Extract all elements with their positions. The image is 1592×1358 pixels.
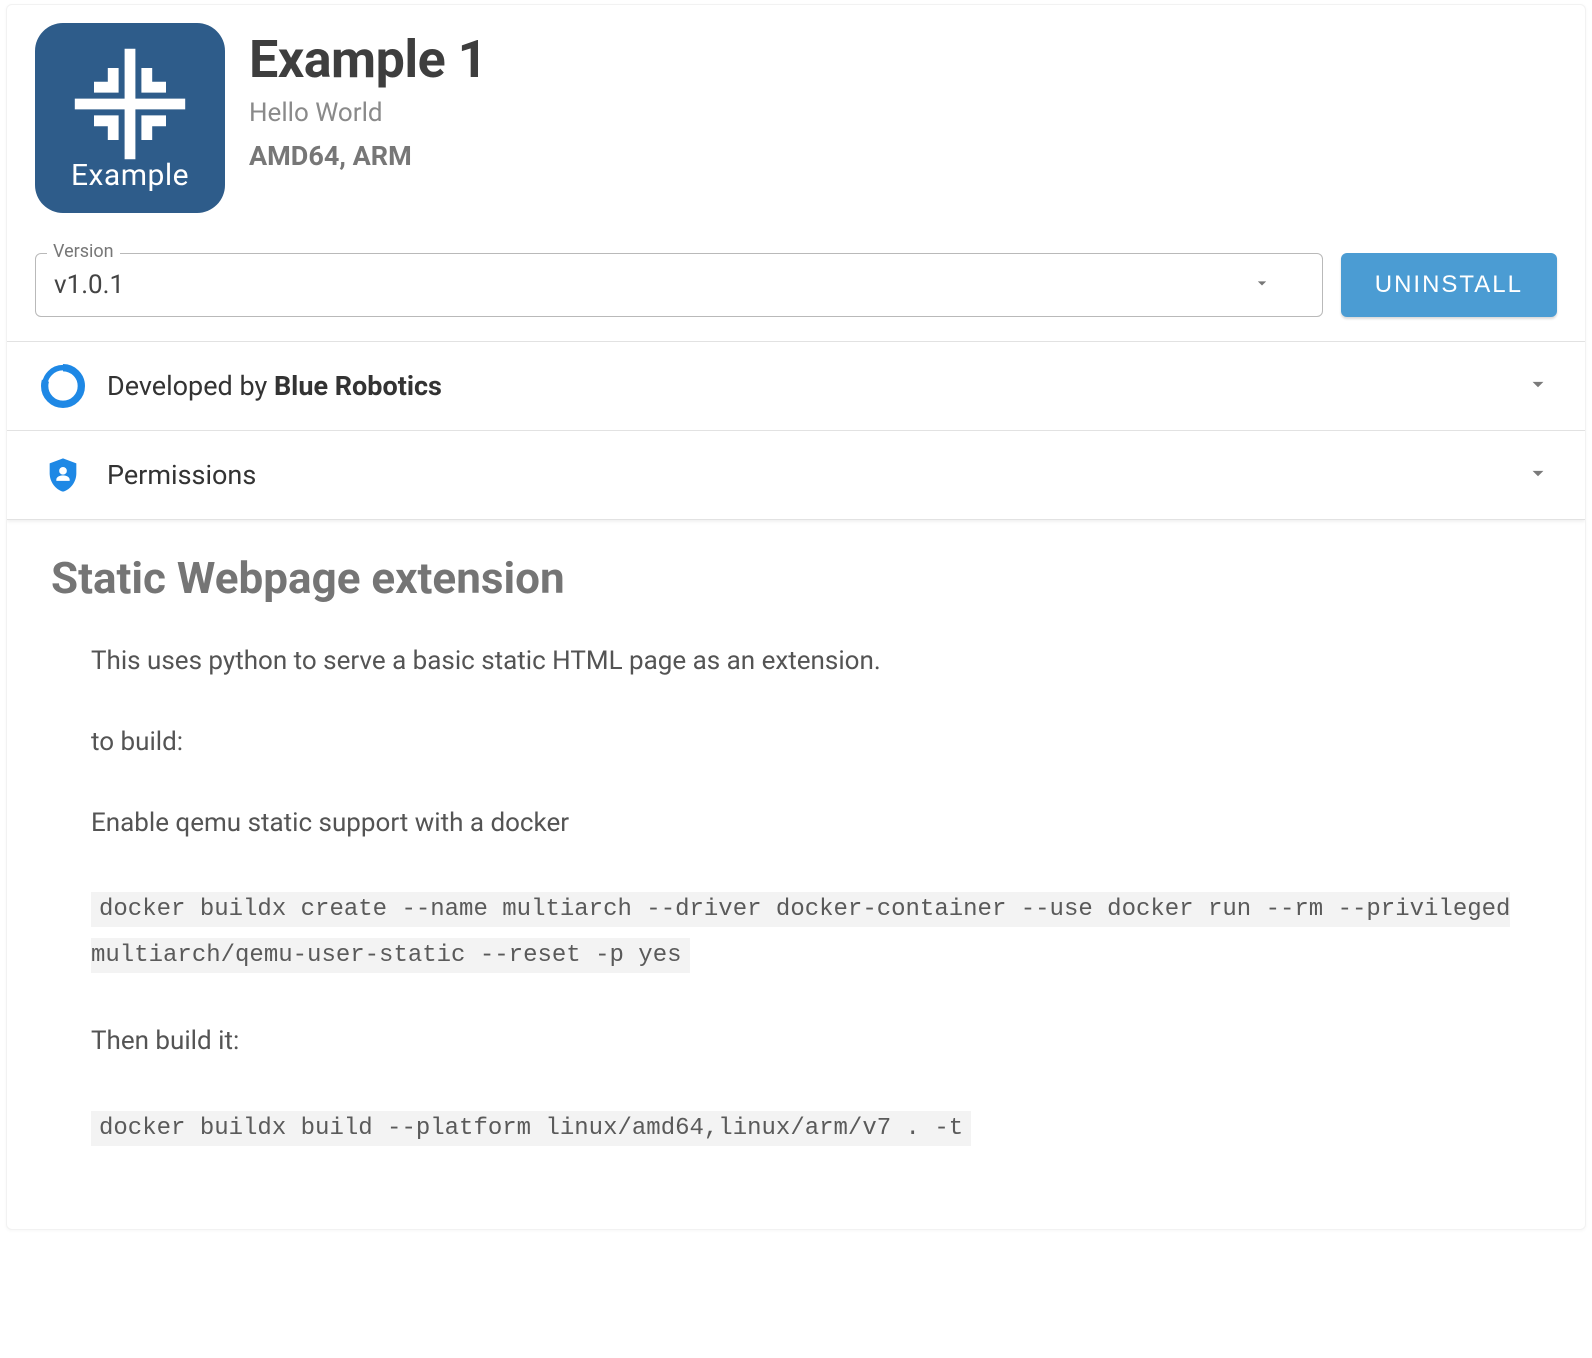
app-logo: Example <box>35 23 225 213</box>
content-heading: Static Webpage extension <box>51 552 1541 604</box>
content-p3: Enable qemu static support with a docker <box>91 806 1541 841</box>
app-title: Example 1 <box>249 29 487 90</box>
accordion-group: Developed by Blue Robotics Permissions <box>7 341 1585 520</box>
permissions-label: Permissions <box>107 459 256 491</box>
code-2: docker buildx build --platform linux/amd… <box>91 1111 971 1146</box>
developer-prefix: Developed by <box>107 370 274 402</box>
dropdown-icon <box>1252 270 1272 300</box>
app-architectures: AMD64, ARM <box>249 140 487 172</box>
permissions-shield-icon <box>41 453 85 497</box>
header: Example Example 1 Hello World AMD64, ARM <box>7 5 1585 213</box>
readme-content: Static Webpage extension This uses pytho… <box>7 520 1585 1229</box>
content-p2: to build: <box>91 725 1541 760</box>
uninstall-button[interactable]: UNINSTALL <box>1341 253 1557 317</box>
version-selected-value: v1.0.1 <box>54 270 124 300</box>
app-subtitle: Hello World <box>249 98 487 128</box>
example-cross-icon <box>70 44 190 164</box>
developer-label: Developed by Blue Robotics <box>107 370 442 402</box>
controls-row: Version v1.0.1 UNINSTALL <box>7 213 1585 341</box>
title-block: Example 1 Hello World AMD64, ARM <box>249 23 487 172</box>
developer-icon <box>41 364 85 408</box>
version-field: Version v1.0.1 <box>35 253 1323 317</box>
version-select[interactable]: v1.0.1 <box>35 253 1323 317</box>
permissions-accordion[interactable]: Permissions <box>7 431 1585 520</box>
developer-name: Blue Robotics <box>274 370 442 402</box>
app-logo-caption: Example <box>71 158 189 193</box>
content-p1: This uses python to serve a basic static… <box>91 644 1541 679</box>
developer-accordion[interactable]: Developed by Blue Robotics <box>7 342 1585 431</box>
extension-detail-card: Example Example 1 Hello World AMD64, ARM… <box>6 4 1586 1230</box>
version-legend: Version <box>47 241 120 262</box>
content-p4: Then build it: <box>91 1024 1541 1059</box>
code-block-1: docker buildx create --name multiarch --… <box>91 887 1541 978</box>
chevron-down-icon <box>1525 460 1551 490</box>
chevron-down-icon <box>1525 371 1551 401</box>
code-1: docker buildx create --name multiarch --… <box>91 892 1510 973</box>
code-block-2: docker buildx build --platform linux/amd… <box>91 1106 1541 1152</box>
